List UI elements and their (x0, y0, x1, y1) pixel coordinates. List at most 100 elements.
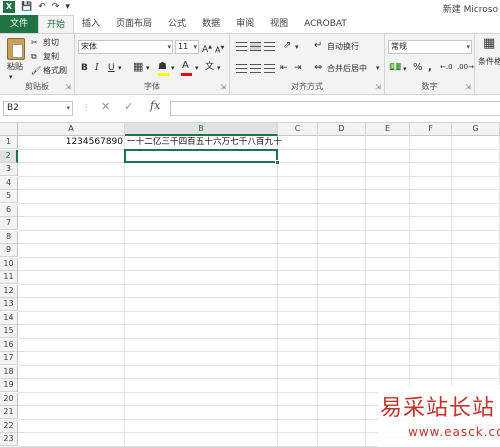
clipboard-launcher-icon[interactable]: ⇲ (65, 83, 71, 91)
row-header-13[interactable]: 13 (0, 298, 18, 311)
row-header-12[interactable]: 12 (0, 284, 18, 298)
save-icon[interactable]: 💾 (21, 1, 32, 13)
formula-input[interactable] (170, 101, 500, 116)
fill-handle[interactable] (275, 160, 280, 165)
row-header-22[interactable]: 22 (0, 419, 18, 433)
wrap-text-button[interactable]: 自动换行 (327, 41, 359, 52)
merge-center-button[interactable]: 合并后居中 (327, 63, 367, 74)
increase-font-icon[interactable]: A▲ (202, 41, 212, 56)
cancel-icon[interactable]: ✕ (101, 100, 110, 113)
cell-a1[interactable]: 1234567890 (18, 136, 123, 149)
align-middle-icon[interactable] (250, 42, 261, 51)
undo-icon[interactable]: ↶ (38, 1, 46, 13)
tab-page-layout[interactable]: 页面布局 (108, 15, 160, 33)
font-name-select[interactable]: 宋体 ▾ (78, 40, 173, 54)
tab-acrobat[interactable]: ACROBAT (296, 15, 355, 33)
tab-home[interactable]: 开始 (38, 15, 75, 33)
accounting-format-icon[interactable]: 💵 (389, 62, 401, 74)
cut-icon[interactable]: ✂ (31, 37, 38, 48)
accounting-dropdown-icon[interactable]: ▾ (403, 63, 407, 75)
phonetic-icon[interactable]: 文 (205, 61, 214, 73)
insert-function-button[interactable]: fx (150, 99, 160, 112)
row-header-15[interactable]: 15 (0, 325, 18, 338)
decrease-decimal-icon[interactable]: .00→ (457, 61, 474, 73)
italic-button[interactable]: I (95, 62, 99, 74)
name-box[interactable]: B2 ▾ (3, 101, 73, 116)
conditional-format-icon[interactable]: ▦ (483, 37, 495, 50)
column-header-e[interactable]: E (366, 123, 410, 136)
format-painter-button[interactable]: 格式刷 (43, 65, 67, 76)
align-center-icon[interactable] (250, 64, 261, 73)
font-color-icon[interactable]: A (182, 60, 189, 72)
underline-button[interactable]: U (108, 62, 115, 74)
phonetic-dropdown-icon[interactable]: ▾ (217, 62, 221, 74)
row-header-6[interactable]: 6 (0, 203, 18, 217)
orientation-dropdown-icon[interactable]: ▾ (295, 41, 299, 53)
tab-file[interactable]: 文件 (0, 15, 38, 33)
increase-decimal-icon[interactable]: ←.0 (440, 61, 453, 73)
increase-indent-icon[interactable]: ⇥ (294, 62, 302, 74)
row-header-11[interactable]: 11 (0, 271, 18, 284)
row-header-17[interactable]: 17 (0, 352, 18, 365)
decrease-font-icon[interactable]: A▼ (215, 42, 224, 57)
row-header-1[interactable]: 1 (0, 136, 18, 149)
tab-view[interactable]: 视图 (262, 15, 296, 33)
borders-icon[interactable]: ▦ (133, 61, 143, 73)
row-header-10[interactable]: 10 (0, 257, 18, 271)
decrease-indent-icon[interactable]: ⇤ (280, 62, 288, 74)
row-header-2[interactable]: 2 (0, 149, 18, 163)
cut-button[interactable]: 剪切 (43, 37, 59, 48)
row-header-8[interactable]: 8 (0, 230, 18, 244)
tab-review[interactable]: 审阅 (228, 15, 262, 33)
align-right-icon[interactable] (264, 64, 275, 73)
redo-icon[interactable]: ↷ (52, 1, 60, 13)
wrap-text-icon[interactable]: ↵ (314, 40, 322, 52)
alignment-launcher-icon[interactable]: ⇲ (375, 83, 381, 91)
tab-formulas[interactable]: 公式 (160, 15, 194, 33)
row-header-23[interactable]: 23 (0, 433, 18, 446)
copy-button[interactable]: 复制 (43, 51, 59, 62)
select-all-button[interactable] (0, 123, 18, 136)
merge-dropdown-icon[interactable]: ▾ (376, 63, 380, 74)
tab-insert[interactable]: 插入 (74, 15, 108, 33)
fill-color-icon[interactable]: ☗ (158, 61, 167, 73)
column-header-a[interactable]: A (18, 123, 125, 136)
column-header-c[interactable]: C (278, 123, 318, 136)
percent-icon[interactable]: % (413, 62, 423, 74)
row-header-19[interactable]: 19 (0, 379, 18, 392)
row-header-14[interactable]: 14 (0, 311, 18, 325)
column-header-b[interactable]: B (125, 123, 278, 136)
paste-icon[interactable] (7, 38, 25, 60)
row-header-9[interactable]: 9 (0, 244, 18, 257)
row-header-4[interactable]: 4 (0, 176, 18, 190)
align-bottom-icon[interactable] (264, 42, 275, 51)
column-header-f[interactable]: F (410, 123, 452, 136)
copy-icon[interactable]: ⧉ (31, 51, 37, 62)
comma-style-icon[interactable]: , (428, 62, 432, 74)
merge-center-icon[interactable]: ⇔ (314, 62, 322, 74)
paste-button[interactable]: 粘贴 (7, 61, 23, 72)
row-header-3[interactable]: 3 (0, 163, 18, 176)
font-color-dropdown-icon[interactable]: ▾ (195, 62, 199, 74)
fill-color-dropdown-icon[interactable]: ▾ (171, 62, 175, 74)
number-format-select[interactable]: 常规 ▾ (388, 40, 472, 54)
row-header-5[interactable]: 5 (0, 190, 18, 203)
row-header-21[interactable]: 21 (0, 406, 18, 419)
tab-data[interactable]: 数据 (194, 15, 228, 33)
underline-dropdown-icon[interactable]: ▾ (118, 62, 122, 74)
conditional-format-button[interactable]: 条件格 (478, 56, 500, 67)
column-header-d[interactable]: D (318, 123, 366, 136)
column-header-g[interactable]: G (452, 123, 500, 136)
borders-dropdown-icon[interactable]: ▾ (146, 62, 150, 74)
font-launcher-icon[interactable]: ⇲ (220, 83, 226, 91)
row-header-7[interactable]: 7 (0, 217, 18, 230)
font-size-select[interactable]: 11 ▾ (175, 40, 199, 54)
customize-qat-icon[interactable]: ▾ (65, 1, 70, 13)
row-header-18[interactable]: 18 (0, 365, 18, 379)
bold-button[interactable]: B (81, 62, 88, 74)
row-header-20[interactable]: 20 (0, 392, 18, 406)
enter-icon[interactable]: ✓ (124, 100, 133, 113)
active-cell-b2[interactable] (124, 148, 278, 163)
align-left-icon[interactable] (236, 64, 247, 73)
number-launcher-icon[interactable]: ⇲ (465, 83, 471, 91)
